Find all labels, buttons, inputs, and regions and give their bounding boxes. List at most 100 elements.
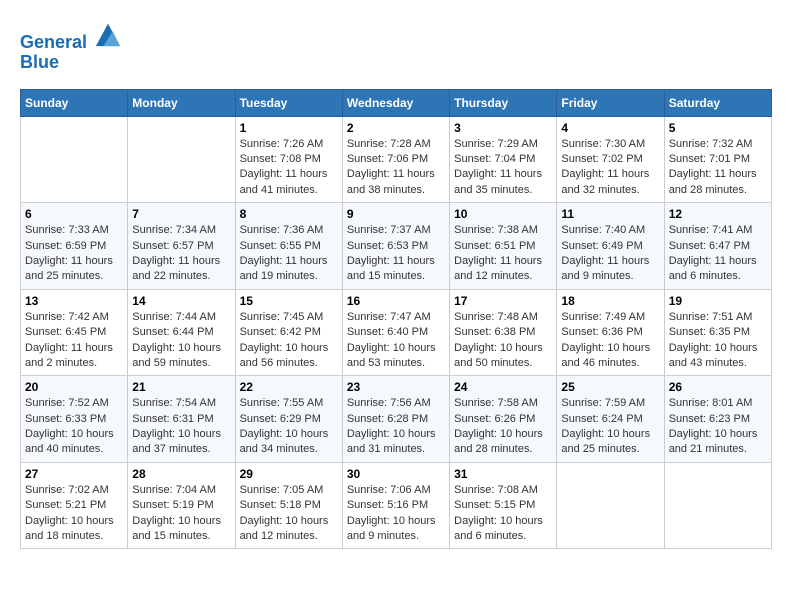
sunrise-text: Sunrise: 7:38 AM: [454, 223, 552, 238]
daylight-text: Daylight: 11 hours and 9 minutes.: [561, 254, 659, 285]
calendar-day-cell: 15 Sunrise: 7:45 AM Sunset: 6:42 PM Dayl…: [235, 289, 342, 376]
day-number: 24: [454, 380, 552, 394]
calendar-day-cell: 9 Sunrise: 7:37 AM Sunset: 6:53 PM Dayli…: [342, 203, 449, 290]
day-info: Sunrise: 7:42 AM Sunset: 6:45 PM Dayligh…: [25, 310, 123, 372]
daylight-text: Daylight: 10 hours and 9 minutes.: [347, 514, 445, 545]
calendar-day-cell: 30 Sunrise: 7:06 AM Sunset: 5:16 PM Dayl…: [342, 462, 449, 549]
sunrise-text: Sunrise: 7:30 AM: [561, 137, 659, 152]
sunset-text: Sunset: 7:04 PM: [454, 152, 552, 167]
day-number: 5: [669, 121, 767, 135]
sunset-text: Sunset: 6:47 PM: [669, 239, 767, 254]
calendar-day-cell: 25 Sunrise: 7:59 AM Sunset: 6:24 PM Dayl…: [557, 376, 664, 463]
day-number: 10: [454, 207, 552, 221]
calendar-day-cell: [128, 116, 235, 203]
daylight-text: Daylight: 11 hours and 6 minutes.: [669, 254, 767, 285]
sunset-text: Sunset: 6:40 PM: [347, 325, 445, 340]
calendar-day-cell: 12 Sunrise: 7:41 AM Sunset: 6:47 PM Dayl…: [664, 203, 771, 290]
sunset-text: Sunset: 6:45 PM: [25, 325, 123, 340]
day-info: Sunrise: 7:47 AM Sunset: 6:40 PM Dayligh…: [347, 310, 445, 372]
header-day: Saturday: [664, 89, 771, 116]
calendar-day-cell: 13 Sunrise: 7:42 AM Sunset: 6:45 PM Dayl…: [21, 289, 128, 376]
sunrise-text: Sunrise: 7:33 AM: [25, 223, 123, 238]
sunset-text: Sunset: 7:06 PM: [347, 152, 445, 167]
calendar-day-cell: 16 Sunrise: 7:47 AM Sunset: 6:40 PM Dayl…: [342, 289, 449, 376]
daylight-text: Daylight: 10 hours and 25 minutes.: [561, 427, 659, 458]
day-number: 29: [240, 467, 338, 481]
day-info: Sunrise: 7:41 AM Sunset: 6:47 PM Dayligh…: [669, 223, 767, 285]
calendar-day-cell: 29 Sunrise: 7:05 AM Sunset: 5:18 PM Dayl…: [235, 462, 342, 549]
day-info: Sunrise: 7:37 AM Sunset: 6:53 PM Dayligh…: [347, 223, 445, 285]
sunrise-text: Sunrise: 7:32 AM: [669, 137, 767, 152]
sunrise-text: Sunrise: 7:54 AM: [132, 396, 230, 411]
calendar-week-row: 6 Sunrise: 7:33 AM Sunset: 6:59 PM Dayli…: [21, 203, 772, 290]
sunrise-text: Sunrise: 7:02 AM: [25, 483, 123, 498]
calendar-day-cell: 10 Sunrise: 7:38 AM Sunset: 6:51 PM Dayl…: [450, 203, 557, 290]
day-number: 25: [561, 380, 659, 394]
calendar-day-cell: 7 Sunrise: 7:34 AM Sunset: 6:57 PM Dayli…: [128, 203, 235, 290]
day-info: Sunrise: 7:55 AM Sunset: 6:29 PM Dayligh…: [240, 396, 338, 458]
day-info: Sunrise: 7:33 AM Sunset: 6:59 PM Dayligh…: [25, 223, 123, 285]
day-number: 20: [25, 380, 123, 394]
calendar-day-cell: 19 Sunrise: 7:51 AM Sunset: 6:35 PM Dayl…: [664, 289, 771, 376]
day-info: Sunrise: 7:52 AM Sunset: 6:33 PM Dayligh…: [25, 396, 123, 458]
sunset-text: Sunset: 6:36 PM: [561, 325, 659, 340]
sunrise-text: Sunrise: 7:36 AM: [240, 223, 338, 238]
calendar-day-cell: 26 Sunrise: 8:01 AM Sunset: 6:23 PM Dayl…: [664, 376, 771, 463]
header-day: Thursday: [450, 89, 557, 116]
header-day: Monday: [128, 89, 235, 116]
day-number: 7: [132, 207, 230, 221]
sunset-text: Sunset: 7:01 PM: [669, 152, 767, 167]
header-day: Wednesday: [342, 89, 449, 116]
sunset-text: Sunset: 6:51 PM: [454, 239, 552, 254]
day-number: 14: [132, 294, 230, 308]
sunset-text: Sunset: 6:59 PM: [25, 239, 123, 254]
sunrise-text: Sunrise: 7:48 AM: [454, 310, 552, 325]
daylight-text: Daylight: 10 hours and 31 minutes.: [347, 427, 445, 458]
sunset-text: Sunset: 6:38 PM: [454, 325, 552, 340]
calendar-day-cell: 22 Sunrise: 7:55 AM Sunset: 6:29 PM Dayl…: [235, 376, 342, 463]
day-number: 31: [454, 467, 552, 481]
sunrise-text: Sunrise: 7:44 AM: [132, 310, 230, 325]
day-info: Sunrise: 7:29 AM Sunset: 7:04 PM Dayligh…: [454, 137, 552, 199]
sunrise-text: Sunrise: 7:04 AM: [132, 483, 230, 498]
header-day: Sunday: [21, 89, 128, 116]
sunrise-text: Sunrise: 7:37 AM: [347, 223, 445, 238]
daylight-text: Daylight: 10 hours and 50 minutes.: [454, 341, 552, 372]
sunrise-text: Sunrise: 8:01 AM: [669, 396, 767, 411]
sunrise-text: Sunrise: 7:45 AM: [240, 310, 338, 325]
daylight-text: Daylight: 11 hours and 28 minutes.: [669, 167, 767, 198]
sunset-text: Sunset: 6:31 PM: [132, 412, 230, 427]
daylight-text: Daylight: 11 hours and 25 minutes.: [25, 254, 123, 285]
day-info: Sunrise: 7:54 AM Sunset: 6:31 PM Dayligh…: [132, 396, 230, 458]
sunrise-text: Sunrise: 7:29 AM: [454, 137, 552, 152]
day-info: Sunrise: 7:40 AM Sunset: 6:49 PM Dayligh…: [561, 223, 659, 285]
day-info: Sunrise: 7:04 AM Sunset: 5:19 PM Dayligh…: [132, 483, 230, 545]
day-number: 22: [240, 380, 338, 394]
calendar-week-row: 27 Sunrise: 7:02 AM Sunset: 5:21 PM Dayl…: [21, 462, 772, 549]
calendar-day-cell: 23 Sunrise: 7:56 AM Sunset: 6:28 PM Dayl…: [342, 376, 449, 463]
day-number: 13: [25, 294, 123, 308]
day-number: 9: [347, 207, 445, 221]
calendar-week-row: 13 Sunrise: 7:42 AM Sunset: 6:45 PM Dayl…: [21, 289, 772, 376]
day-info: Sunrise: 7:26 AM Sunset: 7:08 PM Dayligh…: [240, 137, 338, 199]
calendar-day-cell: 3 Sunrise: 7:29 AM Sunset: 7:04 PM Dayli…: [450, 116, 557, 203]
day-number: 1: [240, 121, 338, 135]
day-number: 18: [561, 294, 659, 308]
calendar-day-cell: 31 Sunrise: 7:08 AM Sunset: 5:15 PM Dayl…: [450, 462, 557, 549]
sunrise-text: Sunrise: 7:47 AM: [347, 310, 445, 325]
sunset-text: Sunset: 5:18 PM: [240, 498, 338, 513]
day-info: Sunrise: 7:56 AM Sunset: 6:28 PM Dayligh…: [347, 396, 445, 458]
sunrise-text: Sunrise: 7:52 AM: [25, 396, 123, 411]
day-info: Sunrise: 7:58 AM Sunset: 6:26 PM Dayligh…: [454, 396, 552, 458]
day-info: Sunrise: 7:28 AM Sunset: 7:06 PM Dayligh…: [347, 137, 445, 199]
calendar-day-cell: 17 Sunrise: 7:48 AM Sunset: 6:38 PM Dayl…: [450, 289, 557, 376]
calendar-day-cell: 6 Sunrise: 7:33 AM Sunset: 6:59 PM Dayli…: [21, 203, 128, 290]
day-number: 12: [669, 207, 767, 221]
daylight-text: Daylight: 10 hours and 34 minutes.: [240, 427, 338, 458]
sunrise-text: Sunrise: 7:26 AM: [240, 137, 338, 152]
daylight-text: Daylight: 10 hours and 59 minutes.: [132, 341, 230, 372]
calendar-day-cell: 11 Sunrise: 7:40 AM Sunset: 6:49 PM Dayl…: [557, 203, 664, 290]
calendar-day-cell: [557, 462, 664, 549]
daylight-text: Daylight: 10 hours and 43 minutes.: [669, 341, 767, 372]
daylight-text: Daylight: 10 hours and 56 minutes.: [240, 341, 338, 372]
